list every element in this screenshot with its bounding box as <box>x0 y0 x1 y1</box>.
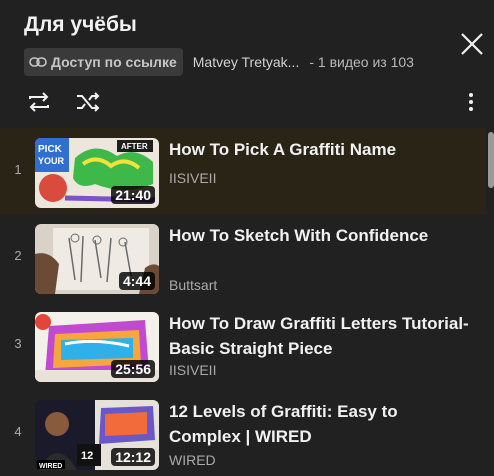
scrollbar-thumb[interactable] <box>488 132 494 188</box>
playlist-item-3[interactable]: 3 25:56 How To Draw Graffiti Letters Tut… <box>0 302 486 388</box>
item-index: 2 <box>14 248 22 263</box>
playlist-item-4[interactable]: 4 12 WIRED 12:12 12 Levels of Graffiti: … <box>0 390 486 476</box>
playlist-item-1[interactable]: 1 PICK YOUR AFTER 21:40 How To Pick A Gr… <box>0 128 486 214</box>
shuffle-icon[interactable] <box>74 88 102 116</box>
more-vert-icon[interactable] <box>461 88 481 116</box>
playlist-title: Для учёбы <box>24 13 137 36</box>
item-index: 1 <box>14 162 22 177</box>
video-duration: 4:44 <box>118 272 155 290</box>
video-duration: 21:40 <box>111 186 155 204</box>
access-label: Доступ по ссылке <box>51 54 177 70</box>
video-duration: 25:56 <box>111 360 155 378</box>
playlist-position: - 1 видео из 103 <box>309 54 414 70</box>
item-index: 3 <box>14 336 22 351</box>
playlist-item-2[interactable]: 2 4:44 How To Sketch With Confidence But… <box>0 214 486 300</box>
svg-text:YOUR: YOUR <box>38 156 65 166</box>
video-thumbnail[interactable]: 25:56 <box>35 312 159 382</box>
svg-text:PICK: PICK <box>38 144 63 155</box>
playlist-items: 1 PICK YOUR AFTER 21:40 How To Pick A Gr… <box>0 128 486 476</box>
playlist-owner[interactable]: Matvey Tretyak... <box>193 54 300 70</box>
link-icon <box>29 57 47 67</box>
svg-text:WIRED: WIRED <box>39 463 62 470</box>
video-channel[interactable]: IISIVEII <box>169 170 216 186</box>
svg-text:AFTER: AFTER <box>121 142 148 151</box>
video-thumbnail[interactable]: 12 WIRED 12:12 <box>35 400 159 470</box>
close-icon[interactable] <box>455 27 489 61</box>
item-index: 4 <box>14 424 22 439</box>
video-thumbnail[interactable]: PICK YOUR AFTER 21:40 <box>35 138 159 208</box>
playlist-header: Для учёбы Доступ по ссылке Matvey Tretya… <box>0 0 494 124</box>
video-channel[interactable]: WIRED <box>169 452 216 468</box>
video-channel[interactable]: Buttsart <box>169 277 217 293</box>
video-title[interactable]: How To Sketch With Confidence <box>169 223 469 248</box>
svg-text:12: 12 <box>81 450 93 462</box>
playlist-meta: Доступ по ссылке Matvey Tretyak... - 1 в… <box>24 48 414 76</box>
video-channel[interactable]: IISIVEII <box>169 362 216 378</box>
access-badge: Доступ по ссылке <box>24 48 183 76</box>
video-title[interactable]: How To Pick A Graffiti Name <box>169 137 469 162</box>
video-title[interactable]: 12 Levels of Graffiti: Easy to Complex |… <box>169 399 469 449</box>
video-duration: 12:12 <box>111 448 155 466</box>
loop-icon[interactable] <box>25 88 53 116</box>
video-thumbnail[interactable]: 4:44 <box>35 224 159 294</box>
video-title[interactable]: How To Draw Graffiti Letters Tutorial- B… <box>169 311 469 361</box>
